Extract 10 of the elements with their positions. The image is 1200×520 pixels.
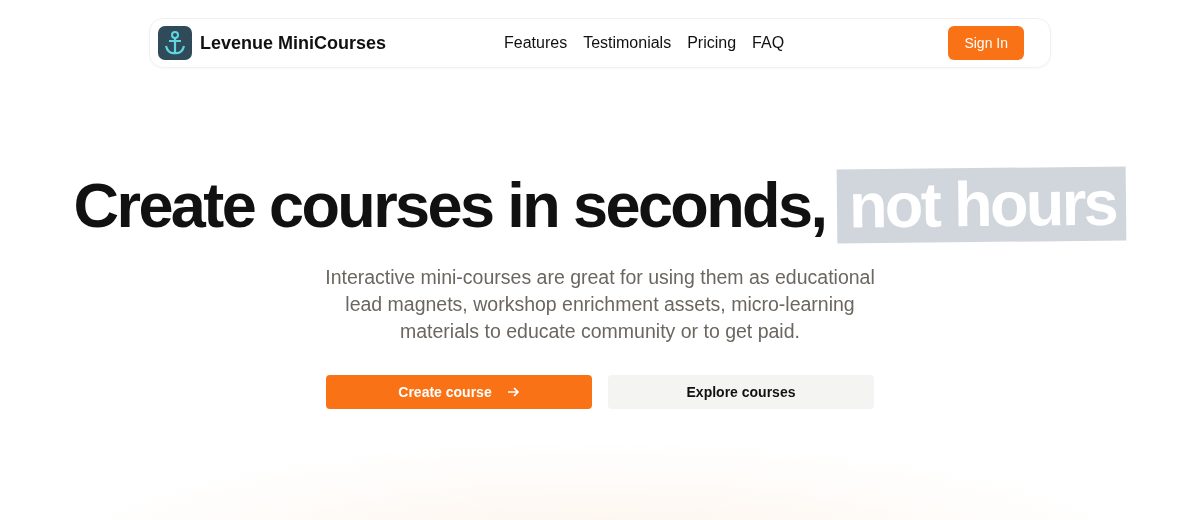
brand-name: Levenue MiniCourses xyxy=(200,32,387,54)
nav-link[interactable]: Features xyxy=(504,34,568,52)
nav-link[interactable]: Pricing xyxy=(687,34,737,52)
nav-link[interactable]: Testimonials xyxy=(583,34,672,52)
hero-description: Interactive mini-courses are great for using them as educational lead magnets, workshop enrichment assets, micro-learning materials to educate community or to get paid. xyxy=(324,265,876,344)
nav-link[interactable]: FAQ xyxy=(752,34,785,52)
explore-courses-button[interactable]: Explore courses xyxy=(608,375,874,409)
headline: Create courses in seconds, xyxy=(73,169,826,241)
arrow-right-icon xyxy=(505,385,520,399)
anchor-logo-icon xyxy=(158,26,192,60)
